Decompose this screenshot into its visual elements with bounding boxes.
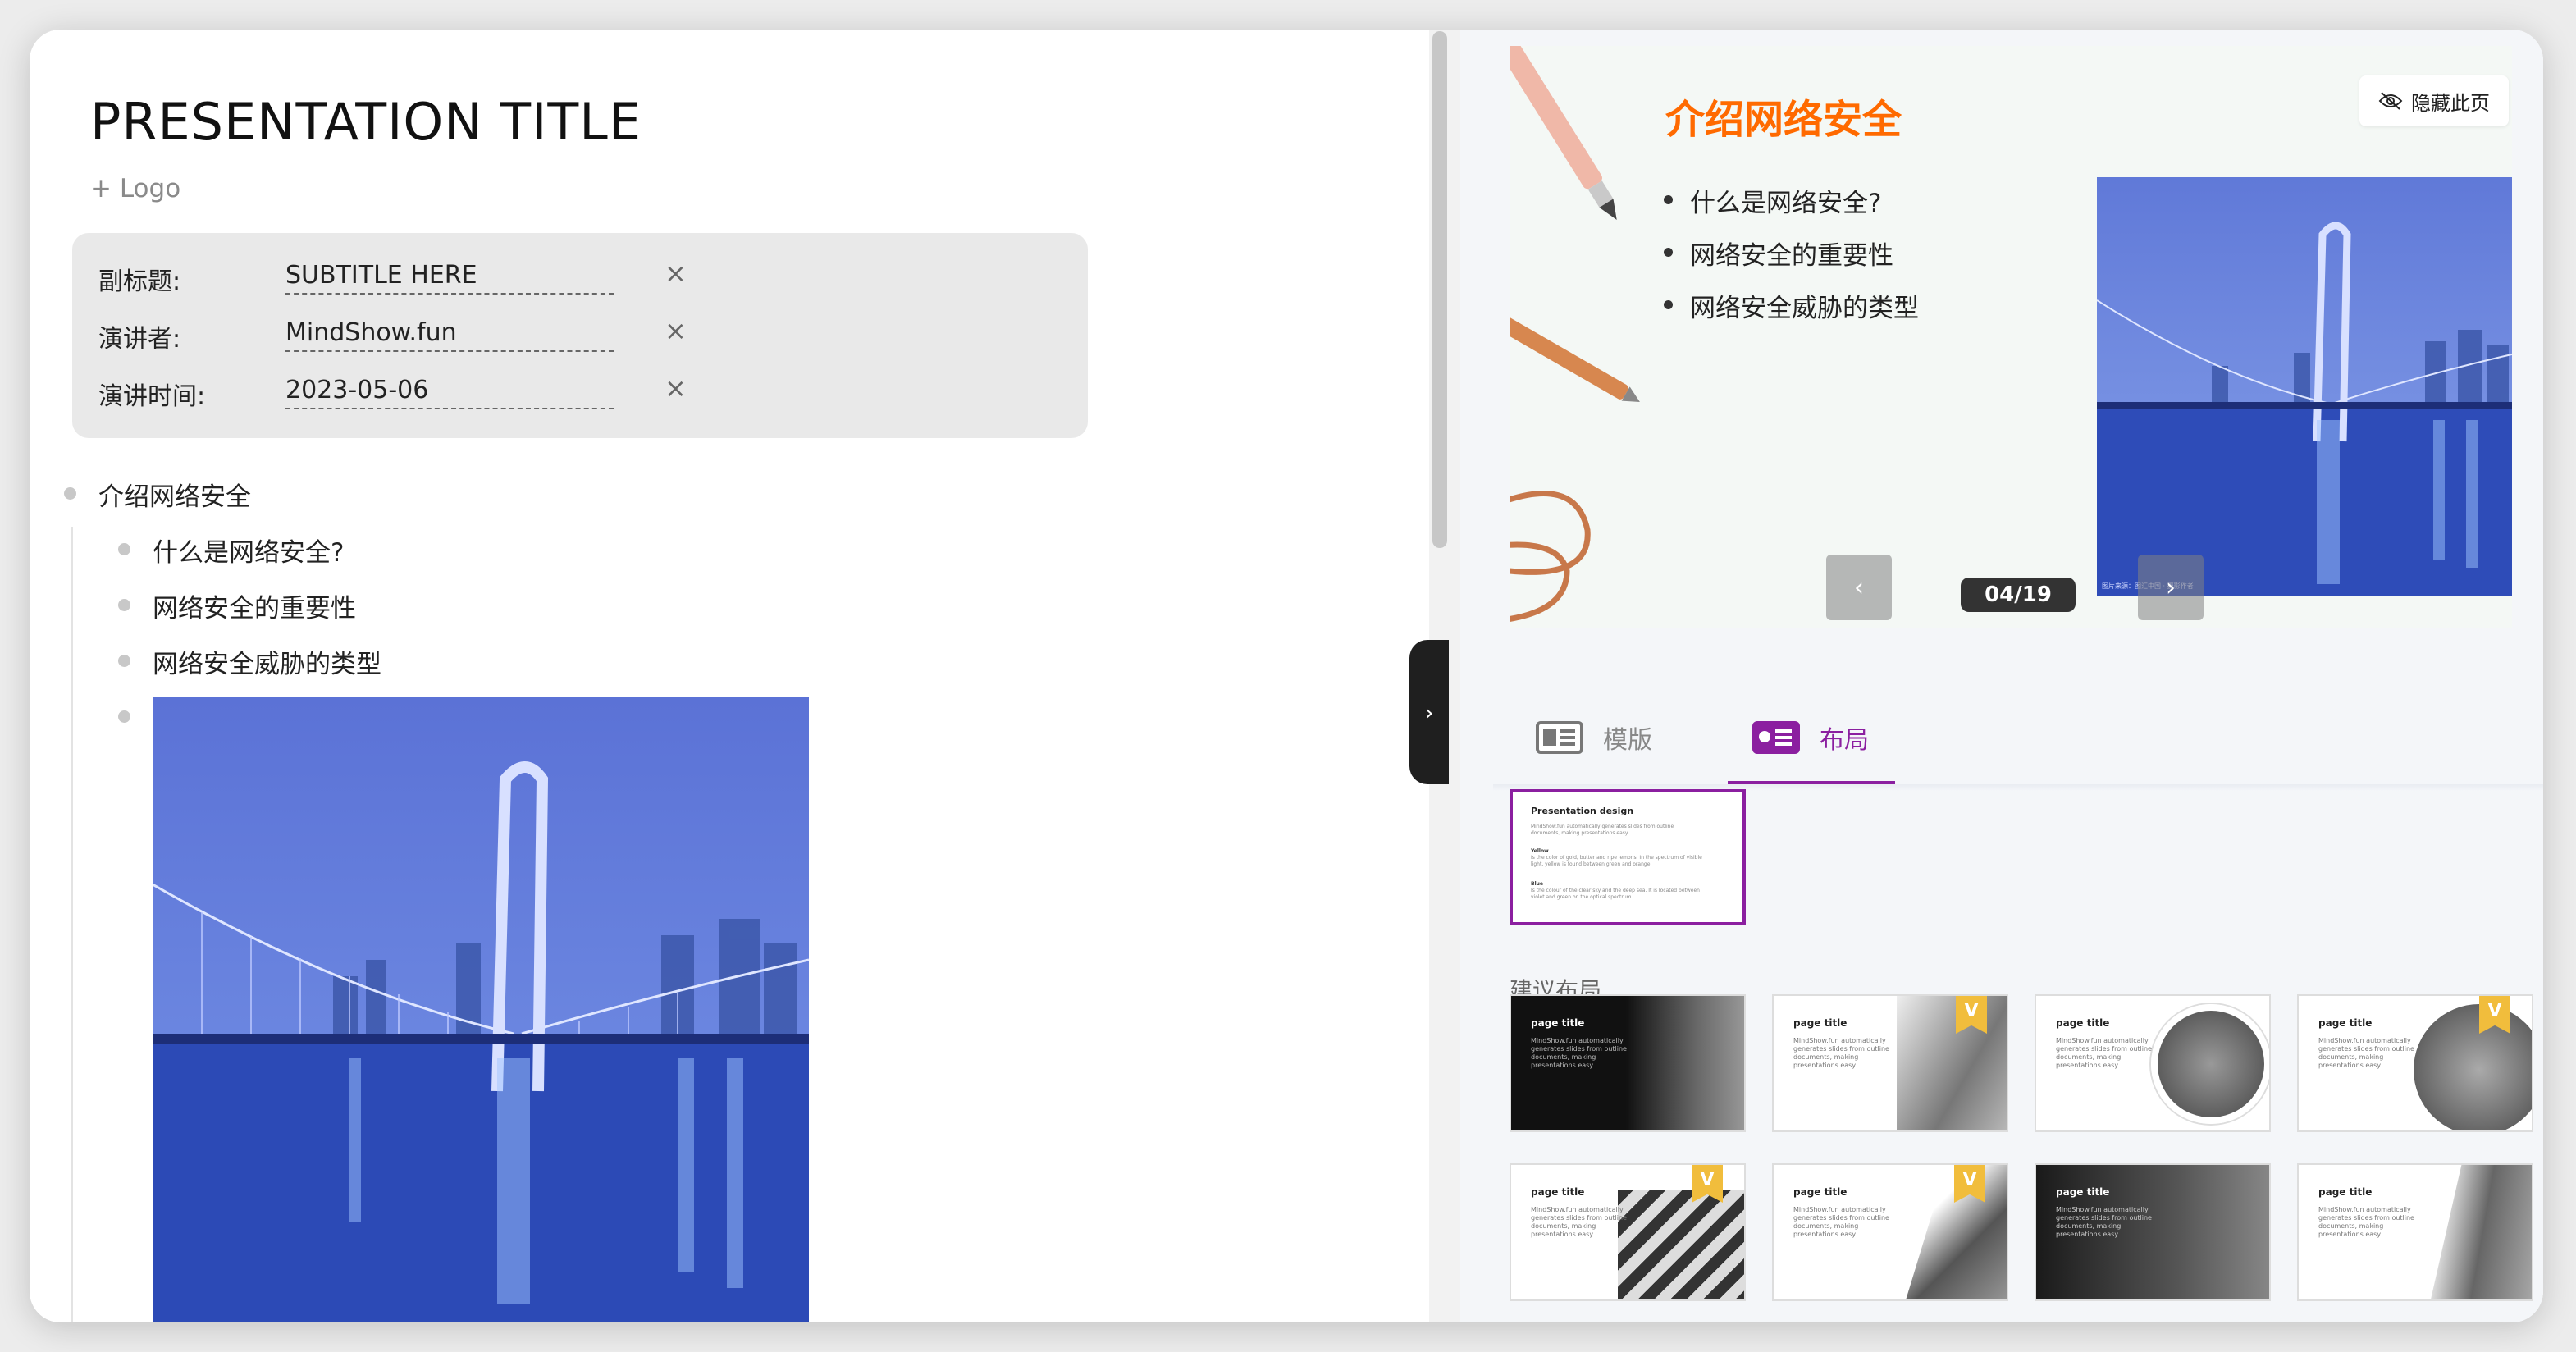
layout-card-text: MindShow.fun automatically generates sli… — [2056, 1206, 2152, 1238]
meta-label: 演讲者: — [98, 325, 181, 354]
meta-label: 副标题: — [98, 267, 181, 296]
hide-page-button[interactable]: 隐藏此页 — [2359, 75, 2509, 126]
outline-guide-line — [71, 527, 73, 1322]
meta-row-subtitle: 副标题: SUBTITLE HERE × — [98, 258, 1066, 304]
layout-card-title: page title — [1793, 1017, 1848, 1029]
outline-item[interactable]: 什么是网络安全? — [153, 532, 344, 569]
eye-off-icon — [2378, 92, 2403, 110]
layout-card-title: page title — [2056, 1017, 2110, 1029]
template-icon — [1536, 721, 1583, 754]
close-icon[interactable]: × — [665, 372, 687, 404]
hide-page-label: 隐藏此页 — [2411, 91, 2490, 115]
layout-card-title: page title — [2318, 1186, 2373, 1198]
layout-option-card[interactable]: page title MindShow.fun automatically ge… — [1510, 994, 1746, 1132]
outline-bullet[interactable] — [118, 710, 130, 723]
outline-bullet[interactable] — [64, 487, 76, 500]
layout-card-title: Presentation design — [1531, 806, 1634, 816]
scrollbar-thumb[interactable] — [1432, 31, 1447, 548]
layout-card-text: MindShow.fun automatically generates sli… — [2318, 1206, 2414, 1238]
close-icon[interactable]: × — [665, 258, 687, 289]
next-slide-button[interactable]: › — [2138, 555, 2204, 620]
layout-option-card[interactable]: page title MindShow.fun automatically ge… — [1510, 1163, 1746, 1301]
meta-row-speaker: 演讲者: MindShow.fun × — [98, 315, 1066, 361]
layout-card-text: MindShow.fun automatically generates sli… — [2318, 1037, 2414, 1069]
app-window: PRESENTATION TITLE + Logo 副标题: SUBTITLE … — [30, 30, 2543, 1322]
layout-option-card[interactable]: page title MindShow.fun automatically ge… — [2297, 994, 2533, 1132]
layout-option-card[interactable]: page title MindShow.fun automatically ge… — [1772, 994, 2008, 1132]
layout-card-title: page title — [2318, 1017, 2373, 1029]
outline-bullet[interactable] — [118, 543, 130, 555]
outline-item[interactable]: 网络安全的重要性 — [153, 587, 356, 624]
layout-card-subtitle: Yellow — [1531, 848, 1549, 854]
outline-bullet[interactable] — [118, 599, 130, 611]
meta-info-box: 副标题: SUBTITLE HERE × 演讲者: MindShow.fun ×… — [72, 233, 1088, 438]
add-logo-link[interactable]: + Logo — [90, 174, 180, 203]
layout-card-text: Is the color of gold, butter and ripe le… — [1531, 855, 1702, 867]
outline-heading[interactable]: 介绍网络安全 — [98, 476, 251, 513]
slide-bullet: 网络安全的重要性 — [1664, 235, 1919, 287]
layout-card-text: MindShow.fun automatically generates sli… — [1531, 824, 1674, 836]
outline-bullet[interactable] — [118, 655, 130, 667]
layout-card-text: MindShow.fun automatically generates sli… — [1531, 1037, 1627, 1069]
layout-option-card[interactable]: page title MindShow.fun automatically ge… — [2035, 994, 2271, 1132]
slide-title: 介绍网络安全 — [1665, 97, 1902, 143]
layout-card-text: MindShow.fun automatically generates sli… — [2056, 1037, 2152, 1069]
collapse-panel-button[interactable]: › — [1409, 640, 1449, 784]
slide-image: 图片来源：图汇中国 · 摄影作者 — [2097, 177, 2512, 596]
speaker-input[interactable]: MindShow.fun — [285, 318, 614, 352]
layout-card-text: MindShow.fun automatically generates sli… — [1531, 1206, 1627, 1238]
current-layout-card[interactable]: Presentation design MindShow.fun automat… — [1510, 789, 1746, 925]
layout-card-title: page title — [1531, 1186, 1585, 1198]
layout-icon — [1752, 721, 1800, 754]
preview-panel: 介绍网络安全 什么是网络安全? 网络安全的重要性 网络安全威胁的类型 图片来源：… — [1460, 30, 2543, 1322]
tab-template-label: 模版 — [1603, 726, 1652, 755]
stationery-decoration — [1510, 46, 1640, 622]
date-input[interactable]: 2023-05-06 — [285, 376, 614, 409]
close-icon[interactable]: × — [665, 315, 687, 346]
layout-card-subtitle: Blue — [1531, 881, 1543, 887]
bridge-image[interactable] — [153, 697, 809, 1322]
outline-item[interactable]: 网络安全威胁的类型 — [153, 643, 381, 680]
layout-card-text: MindShow.fun automatically generates sli… — [1793, 1206, 1889, 1238]
layout-option-card[interactable]: page title MindShow.fun automatically ge… — [2035, 1163, 2271, 1301]
slide-bullet-list: 什么是网络安全? 网络安全的重要性 网络安全威胁的类型 — [1664, 182, 1919, 340]
meta-row-date: 演讲时间: 2023-05-06 × — [98, 372, 1066, 418]
meta-label: 演讲时间: — [98, 382, 206, 411]
slide-preview[interactable]: 介绍网络安全 什么是网络安全? 网络安全的重要性 网络安全威胁的类型 图片来源：… — [1510, 46, 2512, 628]
layout-card-title: page title — [2056, 1186, 2110, 1198]
prev-slide-button[interactable]: ‹ — [1826, 555, 1892, 620]
slide-bullet: 网络安全威胁的类型 — [1664, 287, 1919, 340]
subtitle-input[interactable]: SUBTITLE HERE — [285, 261, 614, 295]
layout-option-card[interactable]: page title MindShow.fun automatically ge… — [1772, 1163, 2008, 1301]
layout-card-title: page title — [1793, 1186, 1848, 1198]
tab-template[interactable]: 模版 — [1536, 702, 1652, 773]
page-counter: 04/19 — [1961, 578, 2076, 612]
layout-card-text: MindShow.fun automatically generates sli… — [1793, 1037, 1889, 1069]
outline-editor: PRESENTATION TITLE + Logo 副标题: SUBTITLE … — [30, 30, 1429, 1322]
layout-card-text: Is the colour of the clear sky and the d… — [1531, 888, 1700, 900]
tab-layout[interactable]: 布局 — [1752, 702, 1869, 773]
slide-bullet: 什么是网络安全? — [1664, 182, 1919, 235]
layout-option-card[interactable]: page title MindShow.fun automatically ge… — [2297, 1163, 2533, 1301]
layout-card-title: page title — [1531, 1017, 1585, 1029]
tab-layout-label: 布局 — [1820, 726, 1869, 755]
presentation-title[interactable]: PRESENTATION TITLE — [90, 92, 642, 152]
